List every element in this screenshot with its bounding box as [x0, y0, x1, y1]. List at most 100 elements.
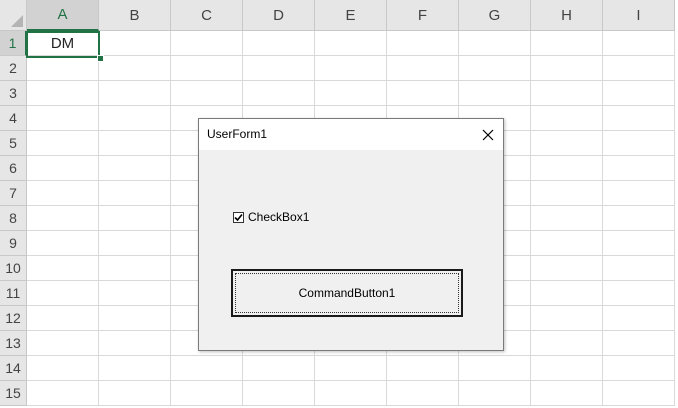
cell-i12[interactable] [603, 306, 675, 331]
cell-i4[interactable] [603, 106, 675, 131]
cell-d1[interactable] [243, 31, 315, 56]
cell-a4[interactable] [27, 106, 99, 131]
column-header-h[interactable]: H [531, 0, 603, 31]
cell-h13[interactable] [531, 331, 603, 356]
cell-h2[interactable] [531, 56, 603, 81]
row-header-14[interactable]: 14 [0, 356, 27, 381]
cell-c15[interactable] [171, 381, 243, 406]
row-header-5[interactable]: 5 [0, 131, 27, 156]
cell-b11[interactable] [99, 281, 171, 306]
row-header-8[interactable]: 8 [0, 206, 27, 231]
cell-i3[interactable] [603, 81, 675, 106]
cell-b7[interactable] [99, 181, 171, 206]
cell-f15[interactable] [387, 381, 459, 406]
cell-i2[interactable] [603, 56, 675, 81]
column-header-f[interactable]: F [387, 0, 459, 31]
cell-b10[interactable] [99, 256, 171, 281]
command-button[interactable]: CommandButton1 [231, 269, 463, 317]
cell-c2[interactable] [171, 56, 243, 81]
column-header-c[interactable]: C [171, 0, 243, 31]
checkbox1[interactable]: CheckBox1 [233, 210, 309, 224]
cell-h6[interactable] [531, 156, 603, 181]
cell-h9[interactable] [531, 231, 603, 256]
dialog-titlebar[interactable]: UserForm1 [199, 119, 503, 150]
cell-i8[interactable] [603, 206, 675, 231]
cell-c3[interactable] [171, 81, 243, 106]
row-header-13[interactable]: 13 [0, 331, 27, 356]
cell-c1[interactable] [171, 31, 243, 56]
column-header-i[interactable]: I [603, 0, 675, 31]
cell-b12[interactable] [99, 306, 171, 331]
cell-h1[interactable] [531, 31, 603, 56]
cell-g15[interactable] [459, 381, 531, 406]
cell-a13[interactable] [27, 331, 99, 356]
cell-h3[interactable] [531, 81, 603, 106]
checkbox-box[interactable] [233, 211, 244, 223]
row-header-4[interactable]: 4 [0, 106, 27, 131]
cell-i1[interactable] [603, 31, 675, 56]
cell-d15[interactable] [243, 381, 315, 406]
row-header-1[interactable]: 1 [0, 31, 27, 56]
cell-b15[interactable] [99, 381, 171, 406]
cell-f2[interactable] [387, 56, 459, 81]
column-header-g[interactable]: G [459, 0, 531, 31]
cell-a1[interactable]: DM [27, 31, 99, 56]
cell-b6[interactable] [99, 156, 171, 181]
cell-a12[interactable] [27, 306, 99, 331]
cell-a7[interactable] [27, 181, 99, 206]
cell-b5[interactable] [99, 131, 171, 156]
cell-f14[interactable] [387, 356, 459, 381]
row-header-15[interactable]: 15 [0, 381, 27, 406]
cell-h15[interactable] [531, 381, 603, 406]
cell-e1[interactable] [315, 31, 387, 56]
cell-e14[interactable] [315, 356, 387, 381]
cell-h10[interactable] [531, 256, 603, 281]
cell-b14[interactable] [99, 356, 171, 381]
cell-i14[interactable] [603, 356, 675, 381]
cell-a15[interactable] [27, 381, 99, 406]
cell-i13[interactable] [603, 331, 675, 356]
cell-e15[interactable] [315, 381, 387, 406]
cell-h4[interactable] [531, 106, 603, 131]
cell-d3[interactable] [243, 81, 315, 106]
cell-g1[interactable] [459, 31, 531, 56]
column-header-a[interactable]: A [27, 0, 99, 31]
cell-a8[interactable] [27, 206, 99, 231]
cell-b1[interactable] [99, 31, 171, 56]
cell-i9[interactable] [603, 231, 675, 256]
cell-h8[interactable] [531, 206, 603, 231]
row-header-3[interactable]: 3 [0, 81, 27, 106]
cell-i6[interactable] [603, 156, 675, 181]
row-header-9[interactable]: 9 [0, 231, 27, 256]
cell-c14[interactable] [171, 356, 243, 381]
cell-a10[interactable] [27, 256, 99, 281]
cell-i11[interactable] [603, 281, 675, 306]
select-all-corner[interactable] [0, 0, 27, 31]
cell-h12[interactable] [531, 306, 603, 331]
row-header-7[interactable]: 7 [0, 181, 27, 206]
column-header-b[interactable]: B [99, 0, 171, 31]
cell-f1[interactable] [387, 31, 459, 56]
column-header-d[interactable]: D [243, 0, 315, 31]
row-header-11[interactable]: 11 [0, 281, 27, 306]
cell-b4[interactable] [99, 106, 171, 131]
cell-g3[interactable] [459, 81, 531, 106]
cell-a11[interactable] [27, 281, 99, 306]
cell-h5[interactable] [531, 131, 603, 156]
cell-h7[interactable] [531, 181, 603, 206]
cell-d14[interactable] [243, 356, 315, 381]
row-header-6[interactable]: 6 [0, 156, 27, 181]
cell-b3[interactable] [99, 81, 171, 106]
cell-a3[interactable] [27, 81, 99, 106]
cell-i5[interactable] [603, 131, 675, 156]
cell-a5[interactable] [27, 131, 99, 156]
cell-a6[interactable] [27, 156, 99, 181]
cell-h14[interactable] [531, 356, 603, 381]
cell-b13[interactable] [99, 331, 171, 356]
cell-i7[interactable] [603, 181, 675, 206]
column-header-e[interactable]: E [315, 0, 387, 31]
fill-handle[interactable] [97, 55, 104, 62]
cell-i15[interactable] [603, 381, 675, 406]
cell-b8[interactable] [99, 206, 171, 231]
close-button[interactable] [473, 119, 503, 150]
